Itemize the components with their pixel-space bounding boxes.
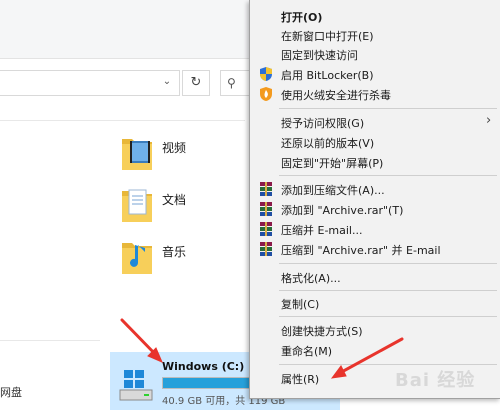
annotation-arrowhead-properties [330,365,347,379]
annotation-arrows [120,318,404,379]
annotation-arrow-properties [336,337,404,376]
